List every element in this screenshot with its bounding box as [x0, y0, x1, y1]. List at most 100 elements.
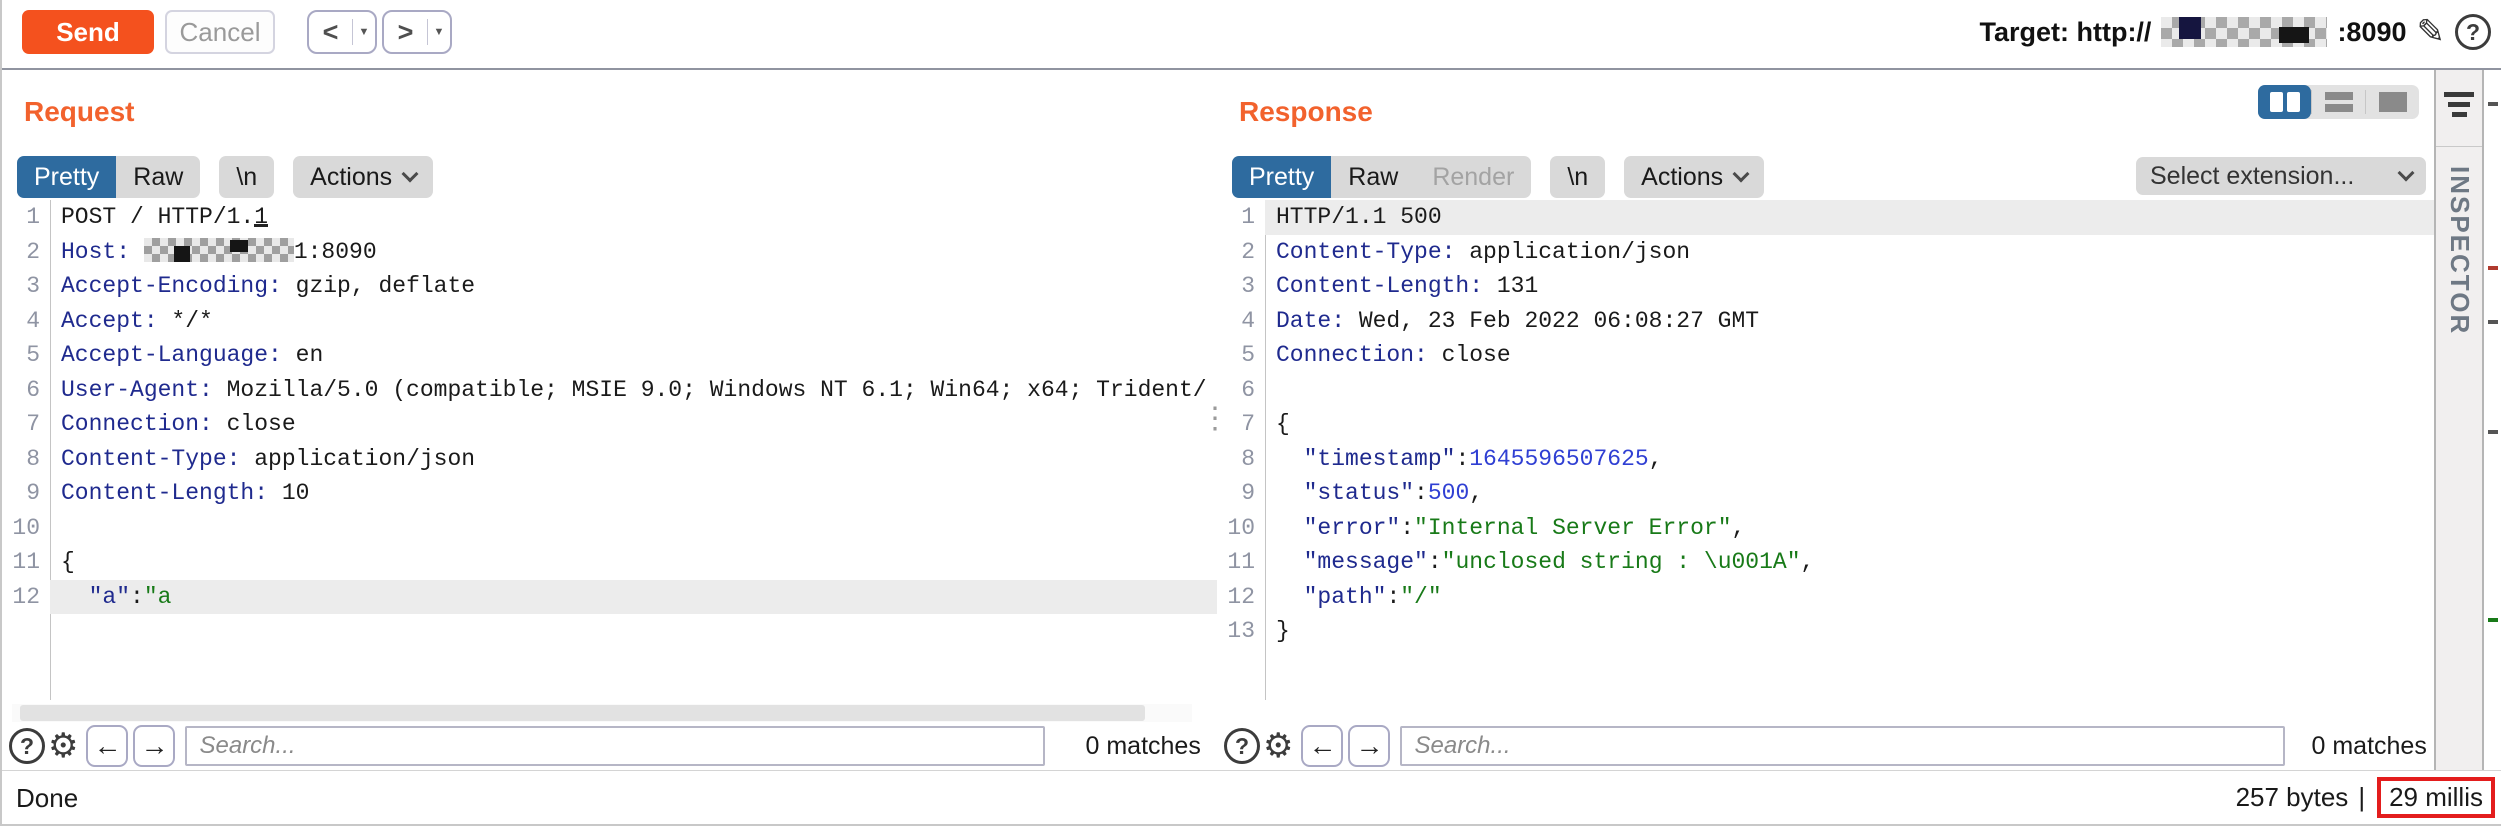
line-content[interactable]: Host: 1:8090 — [50, 235, 1217, 270]
editor-line[interactable]: 12 "path":"/" — [1217, 580, 2434, 615]
response-editor[interactable]: 1HTTP/1.1 5002Content-Type: application/… — [1217, 200, 2434, 700]
rows-layout-button[interactable] — [2312, 85, 2365, 119]
line-content[interactable]: Content-Length: 131 — [1265, 269, 2434, 304]
columns-layout-button[interactable] — [2258, 85, 2311, 119]
response-tab-newline[interactable]: \n — [1550, 156, 1605, 198]
help-icon[interactable] — [2455, 14, 2491, 50]
back-request-button[interactable] — [307, 10, 377, 54]
editor-line[interactable]: 1POST / HTTP/1.1 — [2, 200, 1217, 235]
editor-line[interactable]: 10 "error":"Internal Server Error", — [1217, 511, 2434, 546]
line-content[interactable]: { — [50, 545, 1217, 580]
forward-request-button[interactable] — [382, 10, 452, 54]
editor-line[interactable]: 4Date: Wed, 23 Feb 2022 06:08:27 GMT — [1217, 304, 2434, 339]
line-content[interactable]: HTTP/1.1 500 — [1265, 200, 2434, 235]
search-prev-button[interactable] — [86, 725, 128, 767]
line-content[interactable]: Date: Wed, 23 Feb 2022 06:08:27 GMT — [1265, 304, 2434, 339]
search-help-icon[interactable] — [1224, 728, 1260, 764]
request-horizontal-scrollbar[interactable] — [12, 704, 1192, 722]
editor-line[interactable]: 8 "timestamp":1645596507625, — [1217, 442, 2434, 477]
request-search-input[interactable] — [185, 726, 1045, 766]
line-number: 5 — [1217, 338, 1265, 373]
line-content[interactable]: "status":500, — [1265, 476, 2434, 511]
search-next-button[interactable] — [1348, 725, 1390, 767]
line-content[interactable]: "message":"unclosed string : \u001A", — [1265, 545, 2434, 580]
line-content[interactable]: { — [1265, 407, 2434, 442]
line-content[interactable]: Content-Length: 10 — [50, 476, 1217, 511]
line-content[interactable]: Accept-Encoding: gzip, deflate — [50, 269, 1217, 304]
editor-line[interactable]: 2Content-Type: application/json — [1217, 235, 2434, 270]
inspector-tab[interactable]: INSPECTOR — [2444, 166, 2475, 335]
line-content[interactable]: Connection: close — [50, 407, 1217, 442]
request-tab-pretty[interactable]: Pretty — [17, 156, 116, 198]
editor-line[interactable]: 11 "message":"unclosed string : \u001A", — [1217, 545, 2434, 580]
editor-line[interactable]: 10 — [2, 511, 1217, 546]
line-content[interactable]: Content-Type: application/json — [50, 442, 1217, 477]
cancel-button[interactable]: Cancel — [165, 10, 275, 54]
line-content[interactable]: Connection: close — [1265, 338, 2434, 373]
editor-line[interactable]: 9Content-Length: 10 — [2, 476, 1217, 511]
editor-line[interactable]: 11{ — [2, 545, 1217, 580]
search-next-button[interactable] — [133, 725, 175, 767]
response-actions-button[interactable]: Actions — [1624, 156, 1764, 198]
request-actions-button[interactable]: Actions — [293, 156, 433, 198]
line-content[interactable]: Accept: */* — [50, 304, 1217, 339]
search-prev-button[interactable] — [1301, 725, 1343, 767]
search-help-icon[interactable] — [9, 728, 45, 764]
line-content[interactable]: "a":"a — [50, 580, 1217, 615]
target-port: :8090 — [2337, 17, 2406, 48]
response-tab-raw[interactable]: Raw — [1331, 156, 1415, 198]
search-settings-icon[interactable] — [1263, 729, 1293, 763]
single-layout-button[interactable] — [2366, 85, 2419, 119]
editor-line[interactable]: 1HTTP/1.1 500 — [1217, 200, 2434, 235]
line-content[interactable]: POST / HTTP/1.1 — [50, 200, 1217, 235]
editor-line[interactable]: 2Host: 1:8090 — [2, 235, 1217, 270]
send-button[interactable]: Send — [22, 10, 154, 54]
edit-target-icon[interactable] — [2417, 15, 2446, 49]
columns-layout-icon — [2287, 92, 2300, 112]
line-number: 12 — [2, 580, 50, 615]
line-content[interactable]: "path":"/" — [1265, 580, 2434, 615]
response-search-input[interactable] — [1400, 726, 2285, 766]
search-settings-icon[interactable] — [48, 729, 78, 763]
editor-line[interactable]: 7{ — [1217, 407, 2434, 442]
request-editor[interactable]: 1POST / HTTP/1.12Host: 1:80903Accept-Enc… — [2, 200, 1217, 700]
editor-line[interactable]: 5Connection: close — [1217, 338, 2434, 373]
forward-dropdown-icon[interactable] — [428, 26, 450, 38]
request-tab-raw[interactable]: Raw — [116, 156, 200, 198]
line-content[interactable]: "timestamp":1645596507625, — [1265, 442, 2434, 477]
editor-line[interactable]: 5Accept-Language: en — [2, 338, 1217, 373]
editor-line[interactable]: 9 "status":500, — [1217, 476, 2434, 511]
editor-line[interactable]: 6User-Agent: Mozilla/5.0 (compatible; MS… — [2, 373, 1217, 408]
scrollbar-thumb[interactable] — [20, 705, 1145, 721]
editor-line[interactable]: 7Connection: close — [2, 407, 1217, 442]
line-content[interactable] — [1265, 373, 2434, 408]
line-content[interactable]: "error":"Internal Server Error", — [1265, 511, 2434, 546]
editor-line[interactable]: 12 "a":"a — [2, 580, 1217, 615]
editor-line[interactable]: 4Accept: */* — [2, 304, 1217, 339]
line-number: 4 — [2, 304, 50, 339]
response-tab-pretty[interactable]: Pretty — [1232, 156, 1331, 198]
line-content[interactable]: } — [1265, 614, 2434, 649]
line-content[interactable]: User-Agent: Mozilla/5.0 (compatible; MSI… — [50, 373, 1217, 408]
line-number: 6 — [1217, 373, 1265, 408]
editor-line[interactable]: 13} — [1217, 614, 2434, 649]
actions-label: Actions — [1641, 163, 1723, 192]
inspector-collapse-icon[interactable] — [2436, 92, 2482, 117]
forward-icon[interactable] — [384, 17, 427, 48]
columns-layout-icon — [2270, 92, 2283, 112]
select-extension-dropdown[interactable]: Select extension... — [2136, 157, 2426, 195]
back-icon[interactable] — [309, 17, 352, 48]
editor-line[interactable]: 3Content-Length: 131 — [1217, 269, 2434, 304]
request-tab-newline[interactable]: \n — [219, 156, 274, 198]
line-content[interactable] — [50, 511, 1217, 546]
line-number: 5 — [2, 338, 50, 373]
editor-line[interactable]: 3Accept-Encoding: gzip, deflate — [2, 269, 1217, 304]
editor-line[interactable]: 6 — [1217, 373, 2434, 408]
divider — [2436, 146, 2482, 147]
editor-line[interactable]: 8Content-Type: application/json — [2, 442, 1217, 477]
line-content[interactable]: Content-Type: application/json — [1265, 235, 2434, 270]
back-dropdown-icon[interactable] — [353, 26, 375, 38]
response-size: 257 bytes — [2236, 782, 2349, 813]
line-content[interactable]: Accept-Language: en — [50, 338, 1217, 373]
target-bar: Target: http:// :8090 — [1979, 10, 2491, 54]
